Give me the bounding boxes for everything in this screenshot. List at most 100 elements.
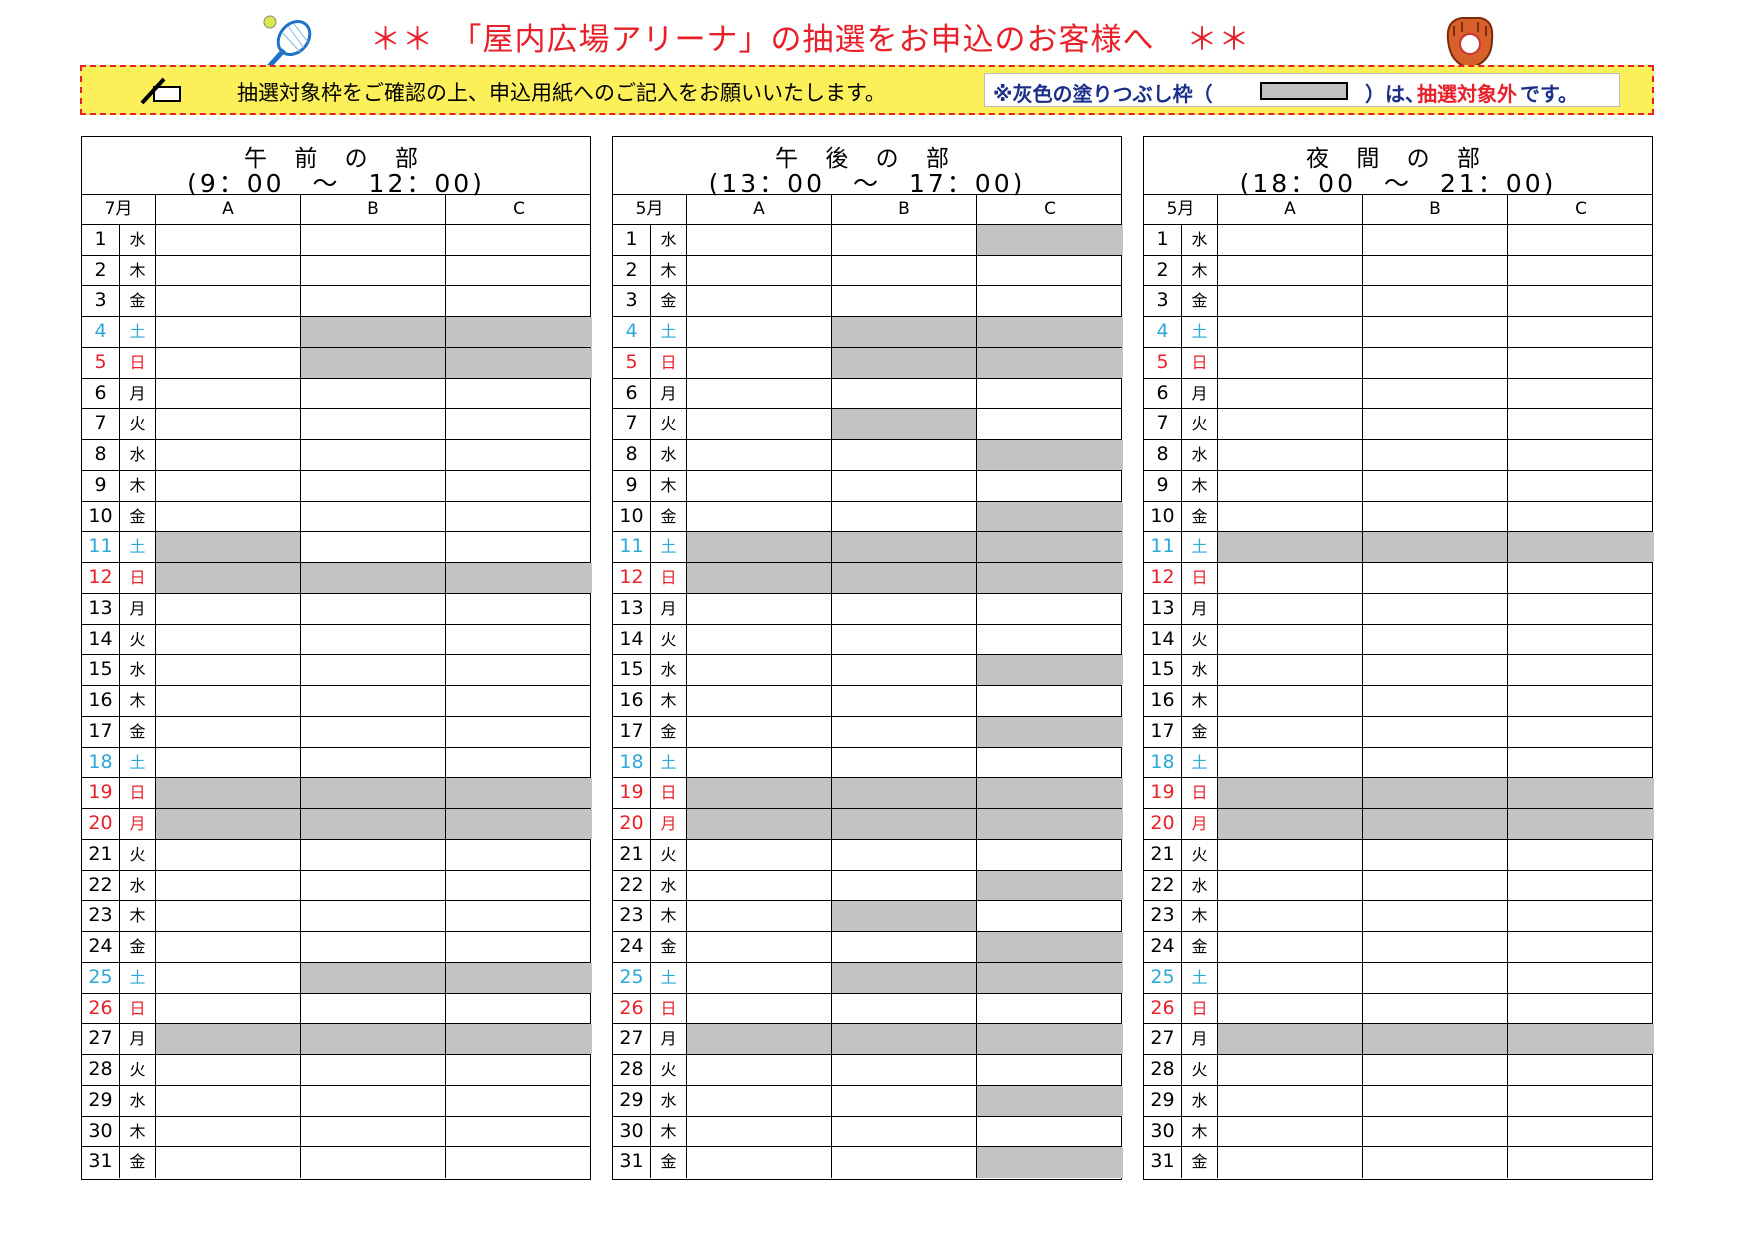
- slot-c: [446, 440, 592, 470]
- table-row: 30 木: [613, 1116, 1121, 1148]
- table-row: 27 月: [82, 1024, 592, 1056]
- slot-a: [156, 686, 301, 716]
- table-row: 20 月: [613, 809, 1123, 840]
- slot-b: [832, 1147, 977, 1178]
- unavailable-slot-c: [977, 347, 1123, 378]
- slot-c: [1508, 1117, 1654, 1147]
- table-row: 20 月: [1144, 809, 1654, 840]
- weekday-label: 月: [120, 1024, 156, 1055]
- day-number: 21: [82, 839, 120, 870]
- unavailable-slot-c: [1508, 809, 1654, 839]
- unavailable-slot-a: [156, 563, 301, 593]
- slot-c: [446, 471, 592, 501]
- unavailable-slot-a: [1218, 809, 1363, 839]
- day-number: 28: [1144, 1055, 1182, 1085]
- title-row: ＊＊ 「屋内広場アリーナ」の抽選をお申込のお客様へ ＊＊: [0, 12, 1754, 74]
- legend-mid: ）は、: [1365, 82, 1425, 106]
- table-row: 31 金: [82, 1147, 590, 1178]
- unavailable-slot-c: [977, 225, 1123, 255]
- day-number: 30: [1144, 1116, 1182, 1147]
- month-label: 7月: [82, 195, 156, 224]
- weekday-label: 日: [651, 993, 687, 1024]
- slot-c: [977, 256, 1123, 286]
- table-row: 8水: [82, 440, 590, 471]
- slot-b: [1363, 440, 1508, 470]
- unavailable-slot-a: [687, 809, 832, 839]
- day-number: 6: [82, 378, 120, 409]
- slot-b: [1363, 655, 1508, 686]
- slot-b: [832, 716, 977, 747]
- day-number: 29: [82, 1085, 120, 1116]
- slot-a: [687, 593, 832, 624]
- day-number: 15: [1144, 655, 1182, 686]
- unavailable-slot-b: [301, 778, 446, 809]
- slot-a: [687, 655, 832, 686]
- table-row: 1水: [82, 225, 590, 256]
- weekday-label: 木: [120, 1116, 156, 1147]
- slot-b: [1363, 1085, 1508, 1116]
- unavailable-slot-a: [1218, 778, 1363, 809]
- unavailable-slot-c: [977, 1024, 1123, 1055]
- table-row: 12 日: [613, 563, 1123, 594]
- slot-a: [687, 286, 832, 317]
- unavailable-slot-c: [977, 962, 1123, 993]
- month-label: 5月: [1144, 195, 1218, 224]
- unavailable-slot-c: [977, 870, 1123, 901]
- slot-c: [1508, 871, 1654, 901]
- day-number: 20: [82, 809, 120, 839]
- slot-a: [1218, 409, 1363, 440]
- unavailable-slot-c: [446, 563, 592, 593]
- day-number: 22: [613, 870, 651, 901]
- slot-b: [832, 501, 977, 532]
- day-number: 6: [1144, 378, 1182, 409]
- slot-a: [687, 993, 832, 1024]
- slot-c: [1508, 1055, 1654, 1085]
- day-number: 16: [82, 686, 120, 716]
- slot-c: [446, 686, 592, 716]
- table-row: 24 金: [1144, 932, 1652, 963]
- slot-a: [687, 716, 832, 747]
- weekday-label: 月: [120, 378, 156, 409]
- table-row: 19 日: [1144, 778, 1654, 810]
- slot-a: [1218, 932, 1363, 962]
- table-row: 18 土: [1144, 747, 1652, 779]
- table-row: 13 月: [613, 593, 1121, 625]
- slot-b: [1363, 993, 1508, 1024]
- weekday-label: 金: [120, 1147, 156, 1178]
- slot-a: [1218, 255, 1363, 286]
- slot-b: [832, 624, 977, 655]
- day-number: 16: [1144, 686, 1182, 716]
- slot-c: [446, 840, 592, 870]
- slot-a: [687, 1085, 832, 1116]
- weekday-label: 日: [120, 993, 156, 1024]
- table-row: 14 火: [1144, 624, 1652, 656]
- table-row: 7火: [613, 409, 1121, 441]
- day-number: 25: [1144, 962, 1182, 993]
- slot-a: [156, 1116, 301, 1147]
- table-row: 4土: [613, 317, 1123, 348]
- weekday-label: 火: [1182, 624, 1218, 655]
- unavailable-slot-a: [687, 563, 832, 593]
- slot-a: [156, 470, 301, 501]
- table-row: 20 月: [82, 809, 592, 840]
- weekday-label: 木: [120, 901, 156, 932]
- day-number: 5: [613, 347, 651, 378]
- weekday-label: 土: [651, 532, 687, 563]
- slot-b: [301, 440, 446, 470]
- slot-a: [156, 962, 301, 993]
- day-number: 1: [1144, 225, 1182, 255]
- pen-writing-icon: [140, 77, 181, 105]
- weekday-label: 日: [1182, 347, 1218, 378]
- day-number: 9: [82, 470, 120, 501]
- slot-b: [301, 1147, 446, 1178]
- slot-a: [1218, 593, 1363, 624]
- weekday-label: 火: [120, 409, 156, 440]
- slot-c: [1508, 502, 1654, 532]
- slot-a: [156, 624, 301, 655]
- day-number: 14: [82, 624, 120, 655]
- day-number: 3: [82, 286, 120, 317]
- slot-c: [446, 532, 592, 562]
- unavailable-slot-b: [301, 317, 446, 347]
- day-number: 29: [1144, 1085, 1182, 1116]
- column-label-a: A: [156, 195, 301, 224]
